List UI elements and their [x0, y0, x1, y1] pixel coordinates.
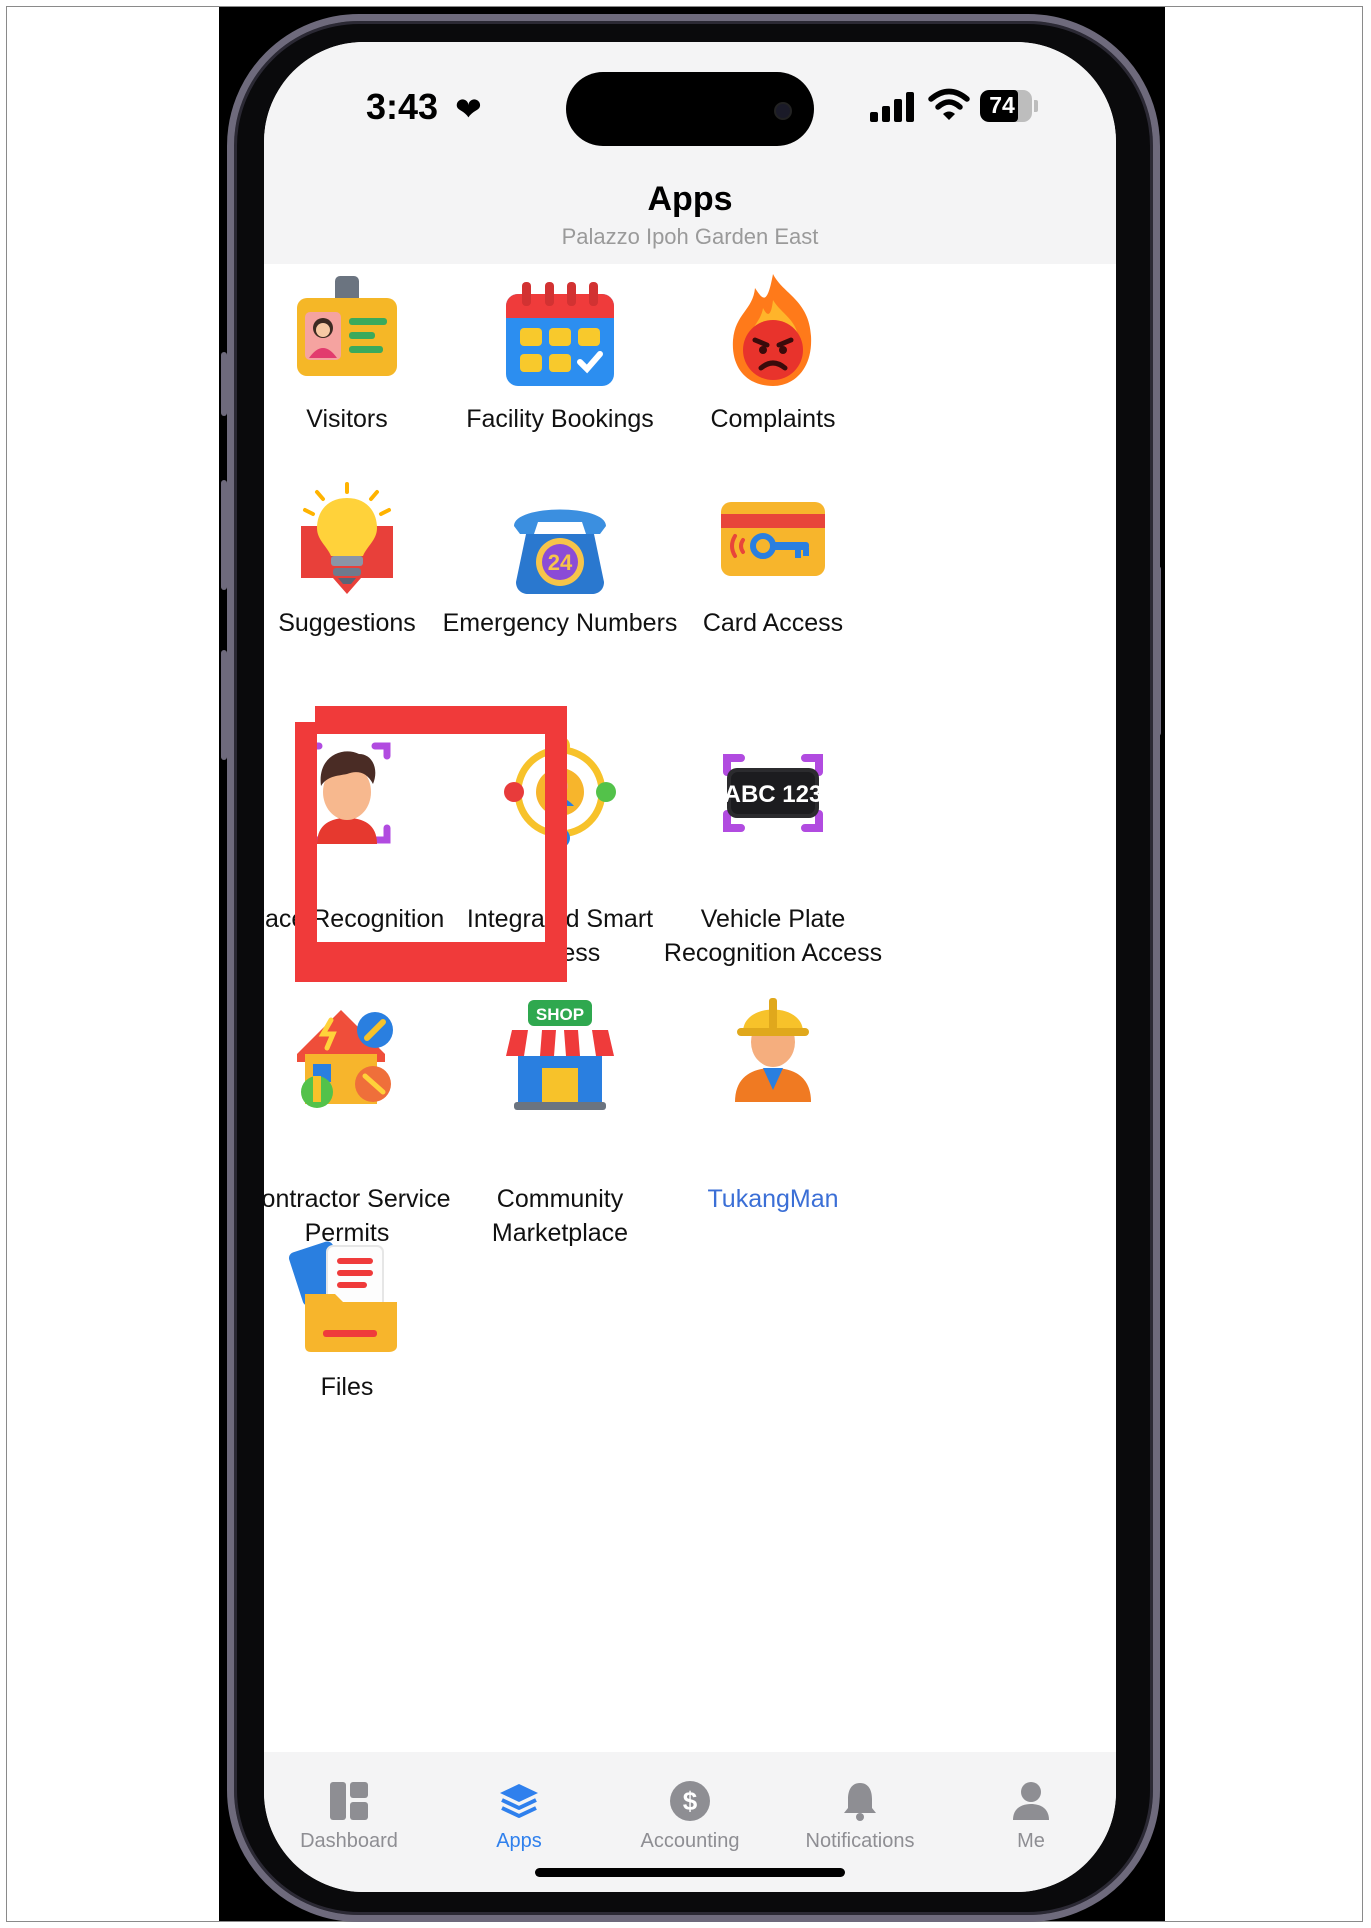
- highlight-box: [295, 706, 567, 982]
- tab-dashboard[interactable]: Dashboard: [264, 1752, 434, 1862]
- volume-up-button: [221, 480, 227, 590]
- shop-icon: SHOP: [506, 1000, 614, 1110]
- shop-sign-text: SHOP: [536, 1005, 584, 1024]
- bell-icon: [844, 1783, 876, 1821]
- app-complaints[interactable]: Complaints: [643, 254, 903, 434]
- calendar-icon: [506, 282, 614, 386]
- battery-cap: [1034, 100, 1038, 112]
- battery-body: 74: [980, 90, 1032, 122]
- folder-icon: [288, 1241, 397, 1352]
- key-card-icon: [721, 502, 825, 576]
- id-badge-icon: [297, 276, 397, 376]
- heart-icon: ❤: [455, 91, 482, 127]
- tab-label: Dashboard: [300, 1830, 398, 1852]
- tab-label: Me: [1017, 1830, 1045, 1852]
- tab-me[interactable]: Me: [946, 1752, 1116, 1862]
- tab-label: Apps: [496, 1830, 542, 1852]
- tab-accounting[interactable]: $ Accounting: [605, 1752, 775, 1862]
- dynamic-island: [566, 72, 814, 146]
- tab-apps[interactable]: Apps: [434, 1752, 604, 1862]
- volume-down-button: [221, 650, 227, 760]
- app-label: Vehicle Plate Recognition Access: [663, 905, 883, 967]
- dollar-icon: $: [670, 1781, 710, 1821]
- license-plate-icon: ABC 123: [723, 754, 823, 832]
- app-vehicle-plate-recognition-access[interactable]: ABC 123 Vehicle Plate Recognition Access: [643, 732, 903, 967]
- action-button: [221, 352, 227, 416]
- svg-text:24: 24: [548, 550, 573, 575]
- page-title: Apps: [647, 180, 733, 218]
- home-tools-icon: [297, 1010, 393, 1108]
- power-button: [1155, 566, 1161, 736]
- app-label: Card Access: [702, 609, 844, 637]
- person-icon: [1013, 1782, 1049, 1820]
- angry-fire-icon: [732, 274, 812, 386]
- app-card-access[interactable]: Card Access: [643, 470, 903, 650]
- app-label: TukangMan: [707, 1185, 839, 1213]
- lightbulb-icon: [301, 482, 393, 594]
- app-tukangman[interactable]: TukangMan: [643, 972, 903, 1213]
- app-label: Files: [320, 1373, 374, 1401]
- dashboard-icon: [330, 1782, 368, 1820]
- tab-notifications[interactable]: Notifications: [775, 1752, 945, 1862]
- battery-icon: 74: [980, 90, 1038, 122]
- worker-icon: [735, 998, 811, 1102]
- plate-text: ABC 123: [724, 781, 823, 808]
- battery-percent: 74: [989, 92, 1015, 118]
- signal-icon: [870, 92, 914, 122]
- app-label: Complaints: [710, 405, 836, 433]
- home-indicator: [535, 1868, 845, 1877]
- camera-dot: [774, 102, 792, 120]
- phone-24-icon: 24: [514, 509, 606, 594]
- highlight-frame: [295, 706, 567, 982]
- wifi-icon: [928, 88, 970, 120]
- tab-label: Accounting: [640, 1830, 740, 1852]
- status-time: 3:43: [366, 86, 439, 127]
- tab-label: Notifications: [805, 1830, 915, 1852]
- app-files[interactable]: Files: [264, 1222, 477, 1402]
- page-subtitle: Palazzo Ipoh Garden East: [561, 224, 819, 249]
- svg-text:$: $: [683, 1786, 698, 1816]
- layers-icon: [500, 1784, 538, 1818]
